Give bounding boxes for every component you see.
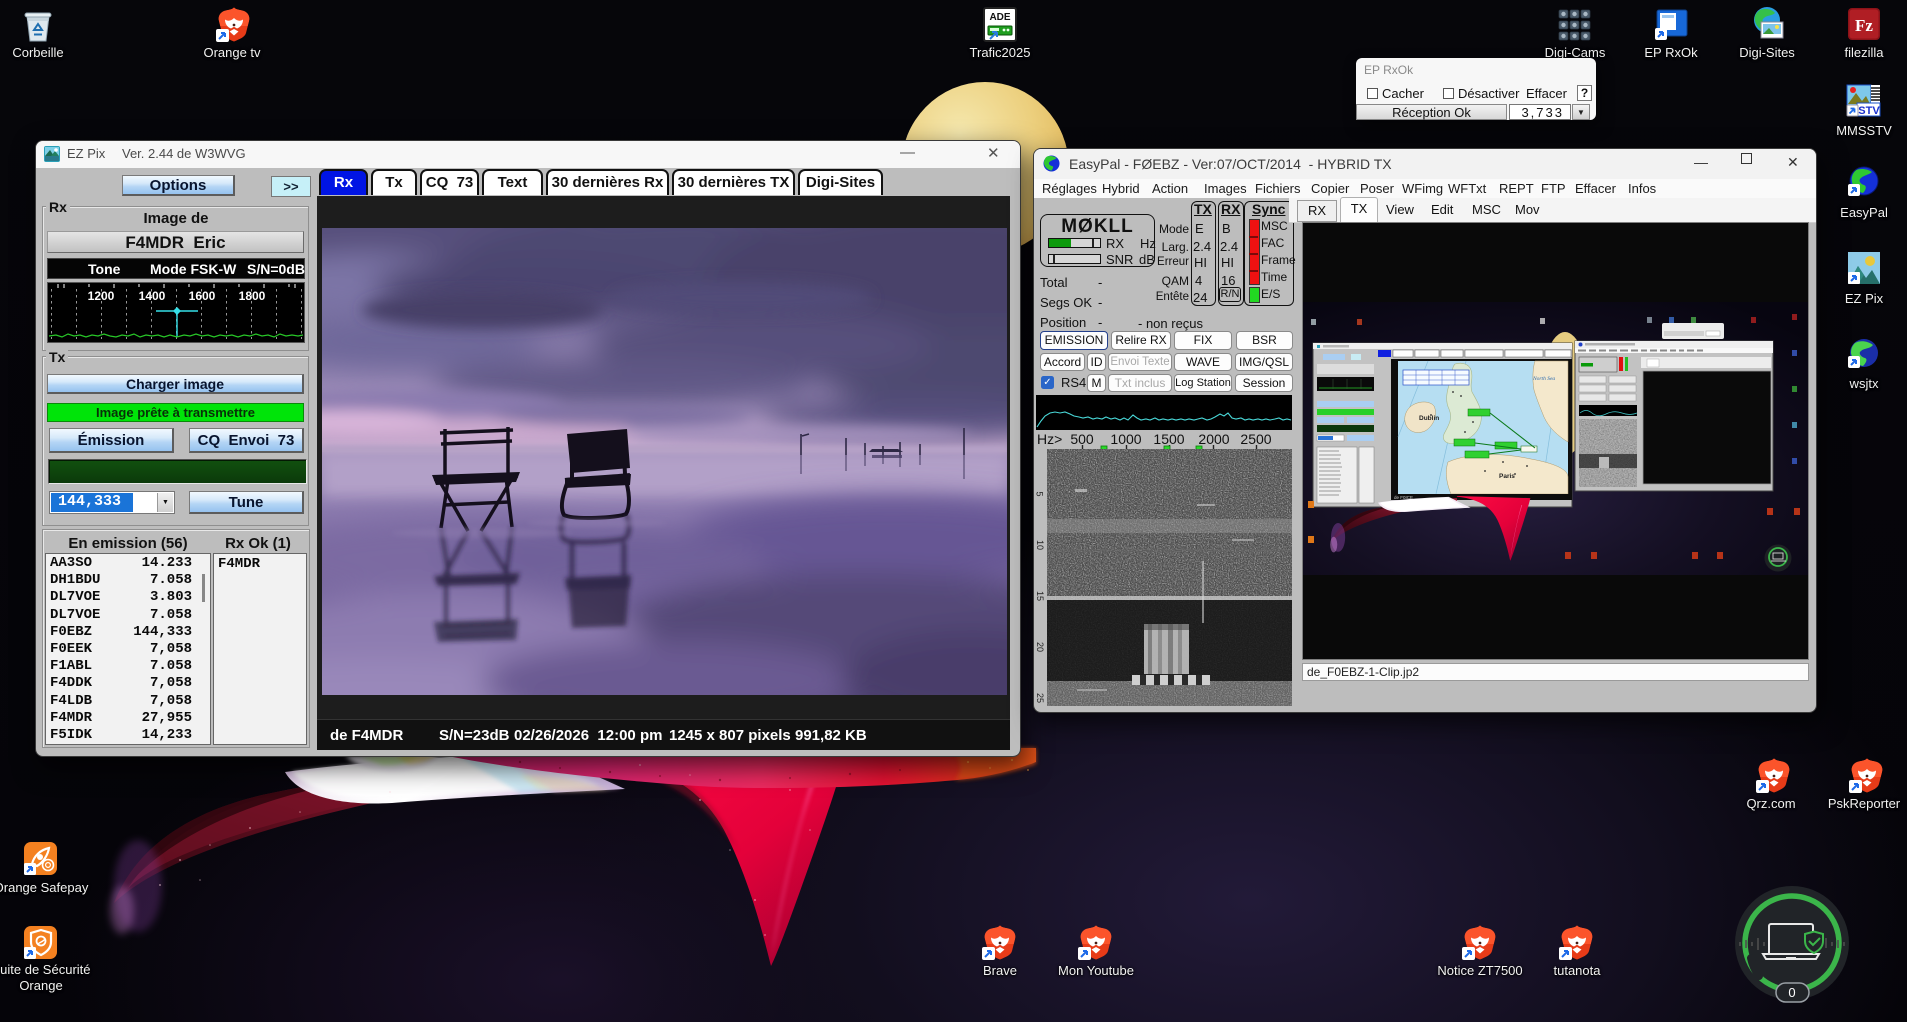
svg-text:1800: 1800: [239, 289, 266, 303]
svg-text:North Sea: North Sea: [1532, 376, 1555, 382]
svg-text:1600: 1600: [189, 289, 216, 303]
svg-text:ADE: ADE: [989, 12, 1010, 23]
svg-text:0: 0: [1788, 985, 1795, 1000]
svg-text:1400: 1400: [139, 289, 166, 303]
svg-text:Paris: Paris: [1499, 473, 1515, 480]
svg-text:1200: 1200: [88, 289, 115, 303]
svg-text:STV: STV: [1858, 105, 1880, 117]
svg-text:Dublin: Dublin: [1419, 415, 1439, 422]
svg-text:Fz: Fz: [1855, 16, 1873, 35]
